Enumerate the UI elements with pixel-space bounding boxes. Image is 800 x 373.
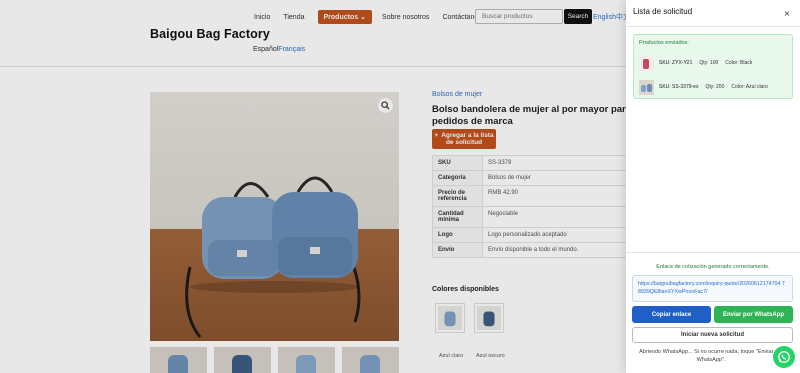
sent-products-box: Productos enviados: SKU: ZYX-Y21 Qty: 10…: [633, 34, 793, 99]
link-status-message: Enlace de cotización generado correctame…: [656, 264, 770, 270]
drawer-title: Lista de solicitud: [633, 7, 693, 16]
item-sku: SKU: ZYX-Y21: [659, 60, 693, 66]
drawer-header: Lista de solicitud ×: [626, 0, 800, 27]
drawer-divider: [626, 252, 800, 253]
item-color: Color: Azul claro: [731, 84, 768, 90]
list-item: SKU: SS-3379-es Qty: 200 Color: Azul cla…: [639, 79, 789, 95]
list-item: SKU: ZYX-Y21 Qty: 100 Color: Black: [639, 55, 789, 71]
request-drawer: Lista de solicitud × Productos enviados:…: [626, 0, 800, 373]
copy-link-button[interactable]: Copiar enlace: [632, 306, 711, 323]
new-request-button[interactable]: Iniciar nueva solicitud: [632, 327, 793, 343]
item-qty: Qty: 100: [699, 60, 719, 66]
item-color: Color: Black: [725, 60, 753, 66]
item-sku: SKU: SS-3379-es: [659, 84, 699, 90]
quote-link[interactable]: https://baigoubagfactory.com/inquiry-quo…: [632, 275, 793, 302]
sent-products-label: Productos enviados:: [639, 40, 689, 46]
product-thumbnail: [639, 79, 654, 95]
whatsapp-icon[interactable]: [773, 346, 795, 368]
close-icon[interactable]: ×: [781, 7, 793, 19]
item-qty: Qty: 200: [705, 84, 725, 90]
product-thumbnail: [639, 55, 654, 71]
drawer-backdrop[interactable]: [0, 0, 626, 373]
send-whatsapp-button[interactable]: Enviar por WhatsApp: [714, 306, 793, 323]
whatsapp-note: Abriendo WhatsApp... Si no ocurre nada, …: [639, 349, 783, 363]
